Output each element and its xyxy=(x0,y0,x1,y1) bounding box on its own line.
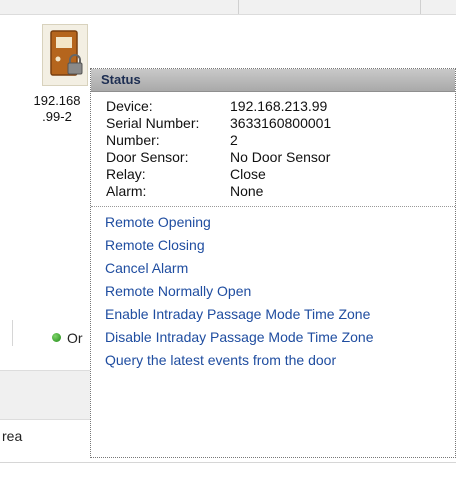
device-status-text: Or xyxy=(67,330,83,346)
toolbar-separator xyxy=(420,0,421,14)
remote-closing-link[interactable]: Remote Closing xyxy=(91,234,455,257)
query-latest-events-link[interactable]: Query the latest events from the door xyxy=(91,349,455,372)
info-label: Number: xyxy=(106,132,160,148)
table-header-band xyxy=(0,370,90,420)
info-row-door-sensor: Door Sensor: No Door Sensor xyxy=(106,149,455,166)
divider xyxy=(0,462,456,463)
enable-passage-mode-link[interactable]: Enable Intraday Passage Mode Time Zone xyxy=(91,303,455,326)
remote-opening-link[interactable]: Remote Opening xyxy=(91,211,455,234)
info-value: 3633160800001 xyxy=(230,115,332,131)
info-label: Serial Number: xyxy=(106,115,200,131)
info-value: 192.168.213.99 xyxy=(230,98,328,114)
status-info: Device: 192.168.213.99 Serial Number: 36… xyxy=(91,92,455,200)
action-menu: Remote Opening Remote Closing Cancel Ala… xyxy=(91,207,455,372)
cancel-alarm-link[interactable]: Cancel Alarm xyxy=(91,257,455,280)
info-label: Door Sensor: xyxy=(106,149,189,165)
top-toolbar-strip xyxy=(0,0,456,15)
table-cell-area: rea xyxy=(2,428,23,444)
info-value: 2 xyxy=(230,132,238,148)
online-dot-icon xyxy=(52,333,61,342)
disable-passage-mode-link[interactable]: Disable Intraday Passage Mode Time Zone xyxy=(91,326,455,349)
info-value: None xyxy=(230,183,264,199)
door-device-tile[interactable] xyxy=(42,24,88,86)
info-row-serial-number: Serial Number: 3633160800001 xyxy=(106,115,455,132)
device-label-line1: 192.168 xyxy=(33,93,81,108)
info-value: No Door Sensor xyxy=(230,149,331,165)
popup-title: Status xyxy=(91,69,455,92)
info-label: Relay: xyxy=(106,166,146,182)
device-status: Or xyxy=(52,330,83,346)
info-label: Device: xyxy=(106,98,153,114)
device-label-line2: .99-2 xyxy=(42,109,72,124)
door-icon xyxy=(50,30,83,76)
info-row-number: Number: 2 xyxy=(106,132,455,149)
toolbar-separator xyxy=(238,0,239,14)
info-value: Close xyxy=(230,166,266,182)
divider xyxy=(12,320,13,346)
info-row-relay: Relay: Close xyxy=(106,166,455,183)
device-name-label: 192.168 .99-2 xyxy=(22,93,92,125)
info-label: Alarm: xyxy=(106,183,147,199)
info-row-alarm: Alarm: None xyxy=(106,183,455,200)
status-popup: Status Device: 192.168.213.99 Serial Num… xyxy=(90,68,456,458)
remote-normally-open-link[interactable]: Remote Normally Open xyxy=(91,280,455,303)
info-row-device: Device: 192.168.213.99 xyxy=(106,98,455,115)
